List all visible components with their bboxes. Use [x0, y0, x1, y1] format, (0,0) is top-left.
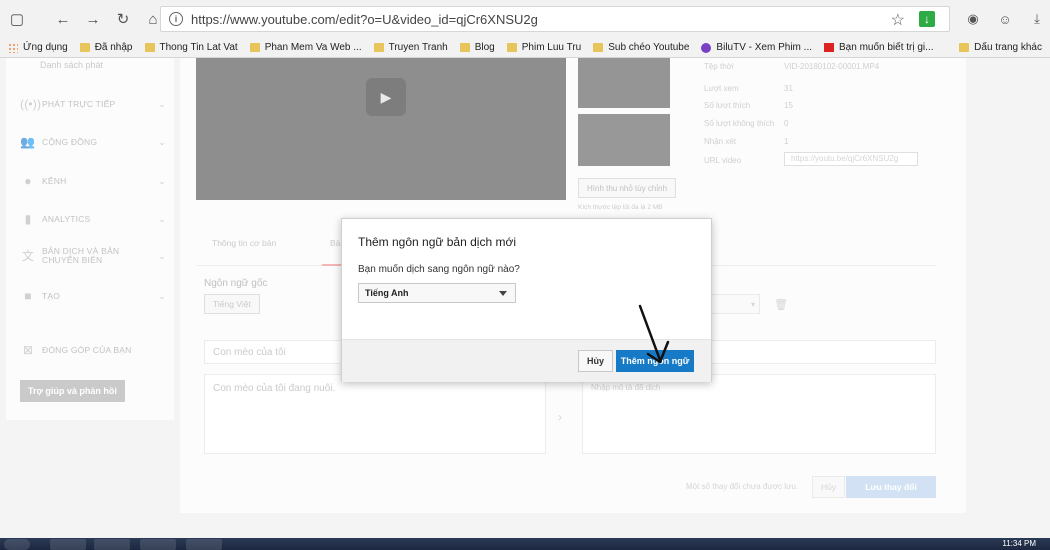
folder-icon — [249, 43, 260, 52]
taskbar: 11:34 PM — [0, 538, 1050, 550]
taskbar-app[interactable] — [94, 539, 130, 550]
profile-avatar-icon[interactable]: ☺ — [992, 6, 1018, 32]
folder-icon — [959, 43, 970, 52]
bookmark-star-icon[interactable]: ☆ — [891, 10, 905, 30]
bookmark-folder[interactable]: Sub chéo Youtube — [593, 42, 689, 53]
folder-icon — [506, 43, 517, 52]
folder-icon — [459, 43, 470, 52]
modal-cancel-button[interactable]: Hủy — [578, 350, 614, 372]
folder-icon — [373, 43, 384, 52]
bookmark-site[interactable]: Bạn muốn biết trị gi... — [824, 42, 934, 53]
bookmark-other[interactable]: Dấu trang khác — [959, 42, 1042, 53]
taskbar-app[interactable] — [50, 539, 86, 550]
apps-grid-icon — [8, 42, 18, 53]
start-button[interactable] — [4, 539, 30, 550]
taskbar-clock: 11:34 PM — [1002, 539, 1036, 548]
download-icon[interactable]: ⤓ — [1024, 6, 1050, 32]
address-bar[interactable]: i https://www.youtube.com/edit?o=U&video… — [160, 6, 950, 32]
reload-icon[interactable]: ↻ — [110, 6, 136, 32]
bookmark-folder[interactable]: Thong Tin Lat Vat — [144, 42, 238, 53]
back-icon[interactable]: ← — [50, 6, 76, 32]
bookmark-site[interactable]: BiluTV - Xem Phim ... — [701, 42, 812, 53]
site-icon — [701, 42, 712, 53]
language-dropdown-value: Tiếng Anh — [365, 288, 409, 298]
extension-icon[interactable]: ◉ — [960, 6, 986, 32]
bookmark-folder[interactable]: Đã nhập — [79, 42, 133, 53]
toolbar-right-icons: ◉ ☺ ⤓ — [960, 6, 1050, 32]
annotation-arrow-icon — [638, 304, 670, 364]
language-dropdown[interactable]: Tiếng Anh — [358, 283, 516, 303]
info-icon[interactable]: i — [169, 12, 183, 26]
bookmark-folder[interactable]: Phan Mem Va Web ... — [249, 42, 362, 53]
folder-icon — [79, 43, 90, 52]
address-url[interactable]: https://www.youtube.com/edit?o=U&video_i… — [191, 12, 538, 27]
folder-icon — [593, 43, 604, 52]
modal-title: Thêm ngôn ngữ bản dịch mới — [358, 235, 516, 249]
modal-question: Bạn muốn dịch sang ngôn ngữ nào? — [358, 264, 520, 275]
bookmark-folder[interactable]: Blog — [459, 42, 495, 53]
site-icon — [824, 43, 834, 52]
folder-icon — [144, 43, 155, 52]
caret-down-icon — [499, 291, 507, 296]
bookmark-folder[interactable]: Phim Luu Tru — [506, 42, 581, 53]
bookmark-apps[interactable]: Ứng dụng — [8, 42, 68, 53]
bookmark-folder[interactable]: Truyen Tranh — [373, 42, 448, 53]
taskbar-app[interactable] — [186, 539, 222, 550]
browser-toolbar: ▢ ← → ↻ ⌂ i https://www.youtube.com/edit… — [0, 0, 1050, 38]
forward-icon[interactable]: → — [80, 6, 106, 32]
taskbar-app[interactable] — [140, 539, 176, 550]
bookmarks-bar: Ứng dụng Đã nhập Thong Tin Lat Vat Phan … — [0, 38, 1050, 58]
download-extension-icon[interactable]: ↓ — [919, 11, 935, 27]
window-icon[interactable]: ▢ — [4, 6, 30, 32]
